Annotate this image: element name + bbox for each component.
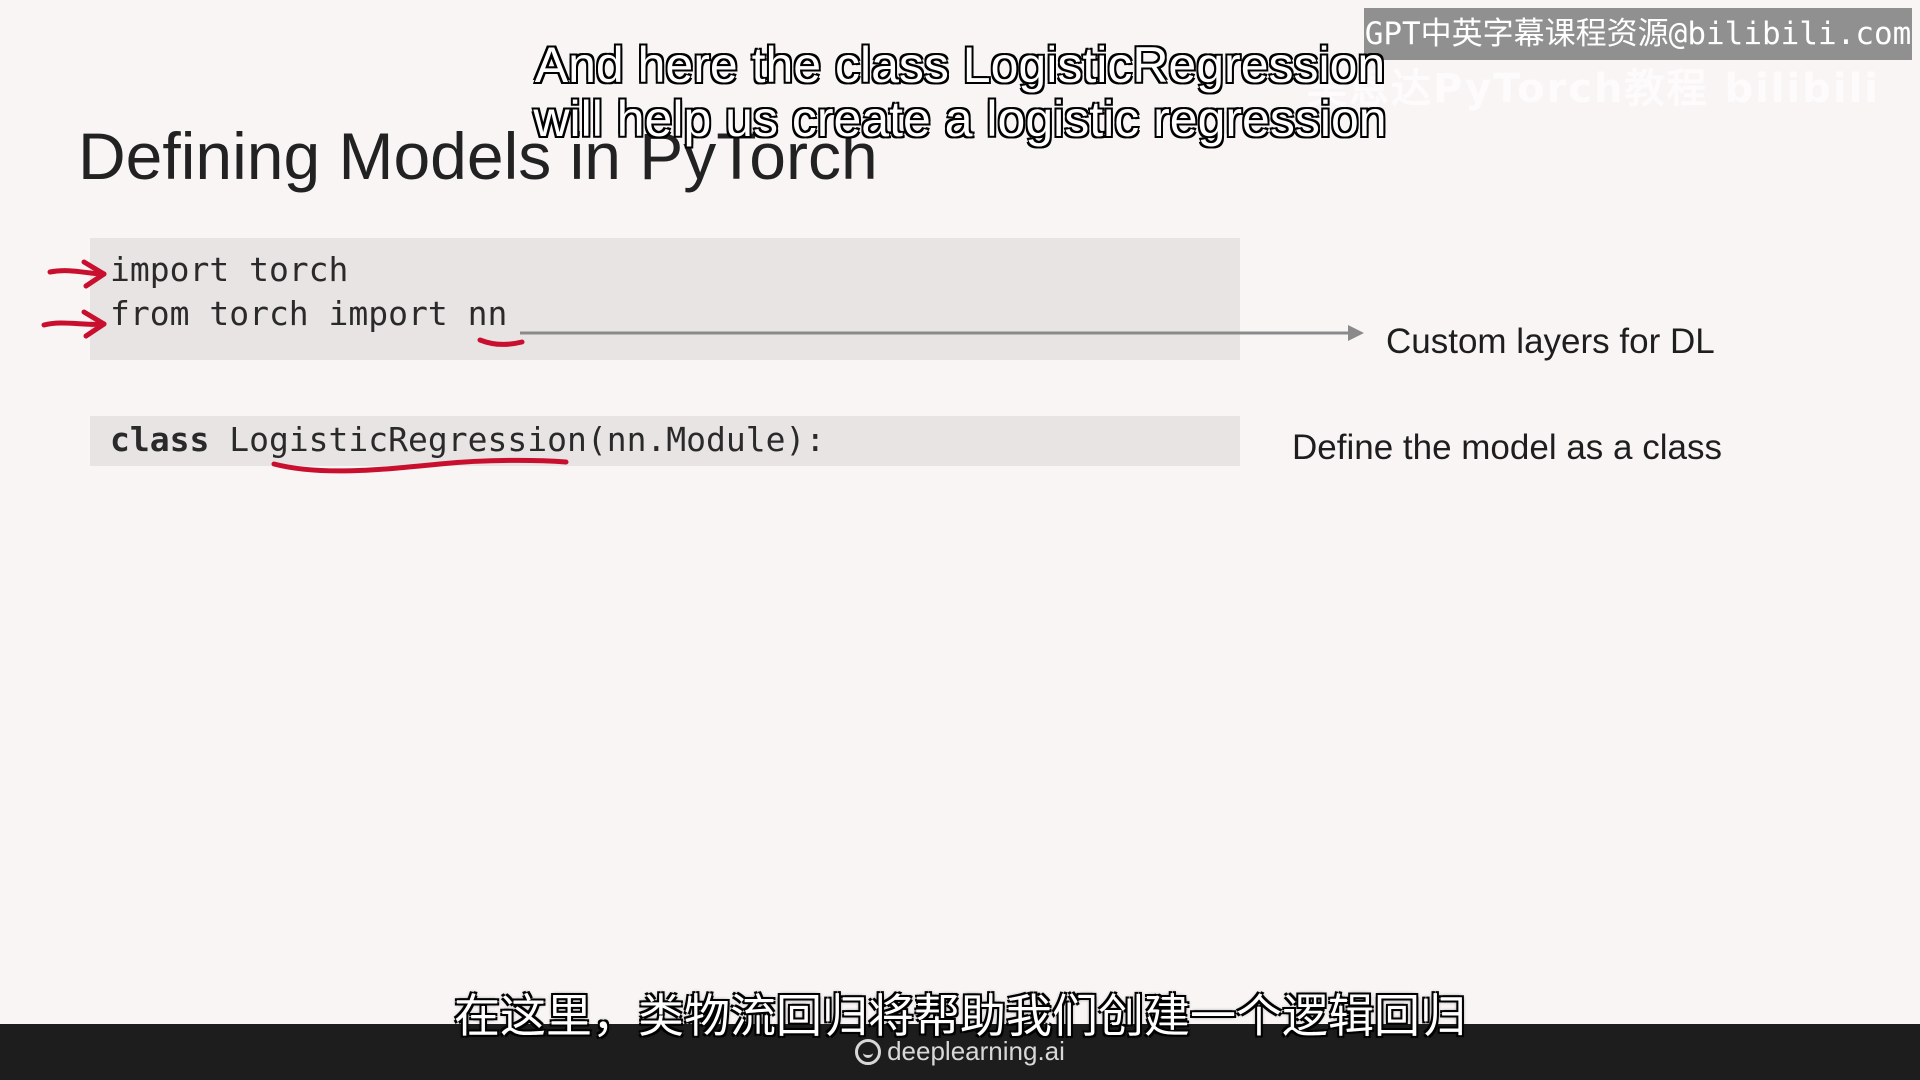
class-keyword: class (110, 420, 210, 459)
pointer-arrowhead-icon (1348, 325, 1364, 341)
code-line-class-def: class LogisticRegression(nn.Module): (110, 420, 825, 459)
subtitle-chinese: 在这里，类物流回归将帮助我们创建一个逻辑回归 (454, 989, 1466, 1043)
annotation-define-model: Define the model as a class (1292, 428, 1722, 467)
code-block-imports: import torch from torch import nn (90, 238, 1240, 360)
subtitle-english: And here the class LogisticRegression wi… (0, 37, 1920, 147)
class-signature: LogisticRegression(nn.Module): (209, 420, 826, 459)
subtitle-english-line-1: And here the class LogisticRegression (534, 37, 1386, 93)
code-line-import-torch: import torch (110, 250, 349, 289)
annotation-custom-layers: Custom layers for DL (1386, 322, 1715, 361)
subtitle-english-line-2: will help us create a logistic regressio… (532, 91, 1387, 147)
code-line-import-nn: from torch import nn (110, 294, 508, 333)
video-frame: Defining Models in PyTorch import torch … (0, 0, 1920, 1080)
code-block-class: class LogisticRegression(nn.Module): (90, 416, 1240, 466)
